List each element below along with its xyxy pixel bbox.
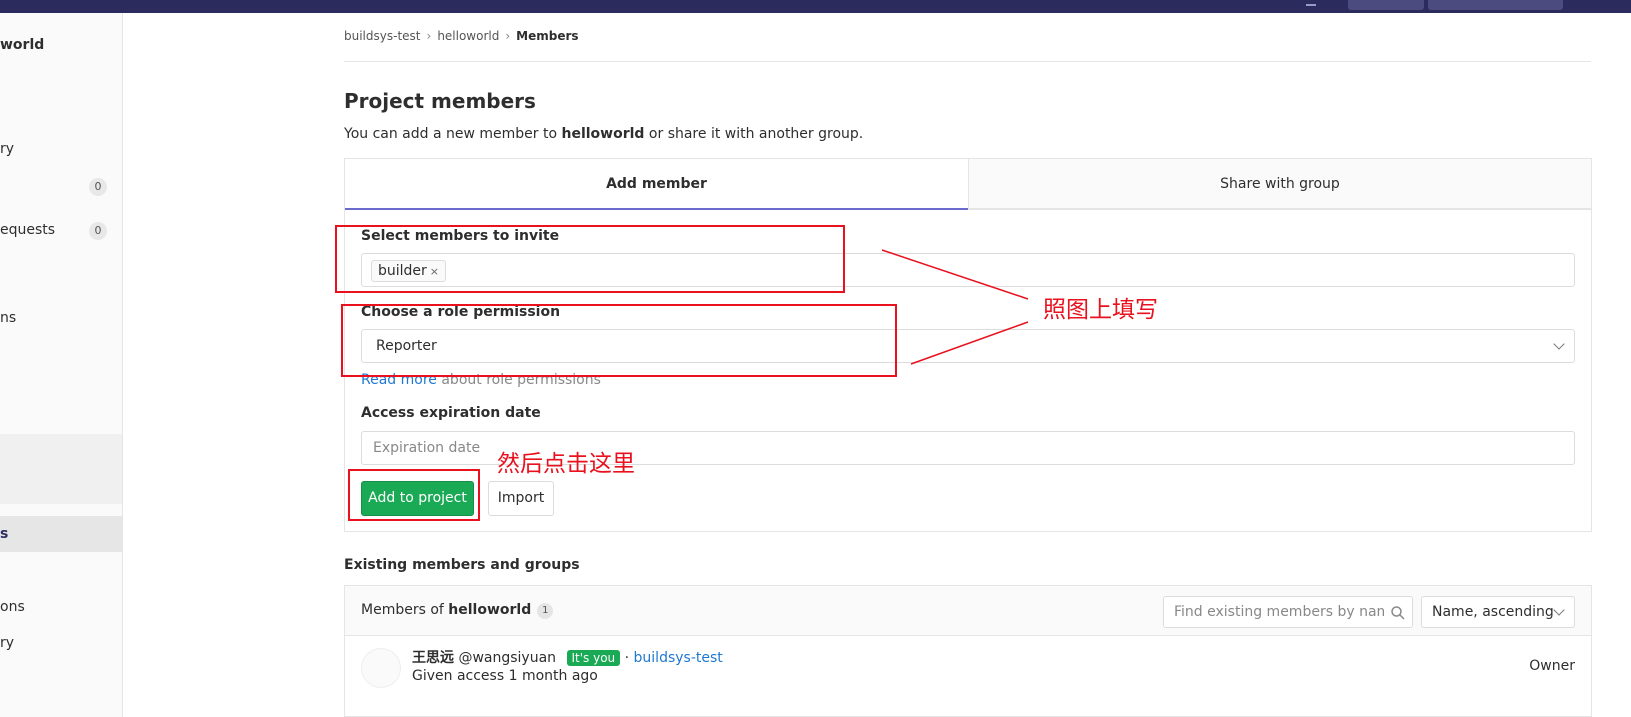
sidebar-settings-section [0,434,122,504]
member-name[interactable]: 王思远 [412,650,454,666]
invite-token-label: builder [378,263,427,279]
members-of-prefix: Members of [361,602,449,618]
breadcrumb-project-link[interactable]: helloworld [437,29,499,43]
sort-dropdown-value: Name, ascending [1432,604,1554,620]
read-more-text: Read more about role permissions [361,372,601,388]
sidebar-item-repository-settings[interactable]: ry [0,635,14,651]
subtitle-project: helloworld [561,126,645,142]
member-name-line: 王思远 @wangsiyuan It's you · buildsys-test [412,647,723,667]
avatar[interactable] [361,648,401,688]
member-count-badge: 1 [537,603,554,619]
member-username: @wangsiyuan [458,650,557,666]
expiration-label: Access expiration date [361,405,541,421]
sidebar-item-integrations[interactable]: ons [0,599,25,615]
members-of-project: helloworld [448,602,532,618]
member-tabs: Add member Share with group [345,159,1591,210]
members-list: Members of helloworld 1 Name, ascending 王… [344,585,1592,717]
read-more-suffix: about role permissions [436,372,601,388]
member-row: 王思远 @wangsiyuan It's you · buildsys-test… [345,637,1591,717]
breadcrumb-group-link[interactable]: buildsys-test [344,29,421,43]
navbar-button[interactable] [1348,0,1424,10]
subtitle-prefix: You can add a new member to [344,126,562,142]
sidebar-project-title[interactable]: world [0,37,44,53]
subtitle-suffix: or share it with another group. [644,126,864,142]
notification-icon[interactable] [1306,0,1316,6]
token-remove-icon[interactable]: × [430,265,439,278]
sidebar-issues-badge: 0 [89,178,107,196]
chevron-down-icon [1553,604,1565,616]
breadcrumb-current[interactable]: Members [516,29,578,43]
sidebar-item-members-label: s [0,526,9,542]
page-subtitle: You can add a new member to helloworld o… [344,126,863,142]
sidebar-item-repository[interactable]: ry [0,141,14,157]
members-of-title: Members of helloworld 1 [361,602,554,619]
top-navbar [0,0,1631,13]
read-more-link[interactable]: Read more [361,372,437,388]
tab-share-with-group[interactable]: Share with group [968,159,1591,210]
member-separator: · [624,650,630,666]
breadcrumb: buildsys-test › helloworld › Members [344,29,579,43]
expiration-placeholder: Expiration date [373,440,481,456]
sidebar-item-members[interactable] [0,516,122,552]
breadcrumb-separator: › [505,29,511,43]
chevron-down-icon [1553,338,1565,350]
import-button[interactable]: Import [488,481,554,516]
invite-members-input[interactable]: builder × [361,253,1575,287]
annotation-fill-note: 照图上填写 [1043,297,1158,323]
role-label: Choose a role permission [361,304,561,320]
member-access-text: Given access 1 month ago [412,668,598,684]
navbar-button[interactable] [1428,0,1563,10]
invite-token[interactable]: builder × [371,260,447,282]
its-you-badge: It's you [566,650,621,666]
sidebar-merge-requests-badge: 0 [89,222,107,240]
annotation-click-note: 然后点击这里 [497,451,635,477]
member-role: Owner [1529,658,1575,674]
sort-dropdown[interactable]: Name, ascending [1421,596,1575,628]
sidebar-item-operations[interactable]: ns [0,310,16,326]
members-list-header: Members of helloworld 1 Name, ascending [345,586,1591,636]
page-title: Project members [344,89,536,113]
add-to-project-button[interactable]: Add to project [361,481,474,516]
project-sidebar: world ry 0 equests 0 ns s ons ry [0,13,123,717]
tab-add-member[interactable]: Add member [345,159,968,210]
existing-members-heading: Existing members and groups [344,557,580,573]
member-search-input[interactable] [1174,604,1384,620]
invite-label: Select members to invite [361,228,560,244]
breadcrumb-separator: › [426,29,432,43]
sidebar-item-merge-requests[interactable]: equests [0,222,55,238]
search-icon[interactable] [1390,605,1406,621]
breadcrumb-divider [344,61,1591,62]
member-search-box[interactable] [1163,596,1413,628]
role-select-value: Reporter [376,338,437,354]
member-group-link[interactable]: buildsys-test [634,650,723,666]
role-select[interactable]: Reporter [361,329,1575,363]
